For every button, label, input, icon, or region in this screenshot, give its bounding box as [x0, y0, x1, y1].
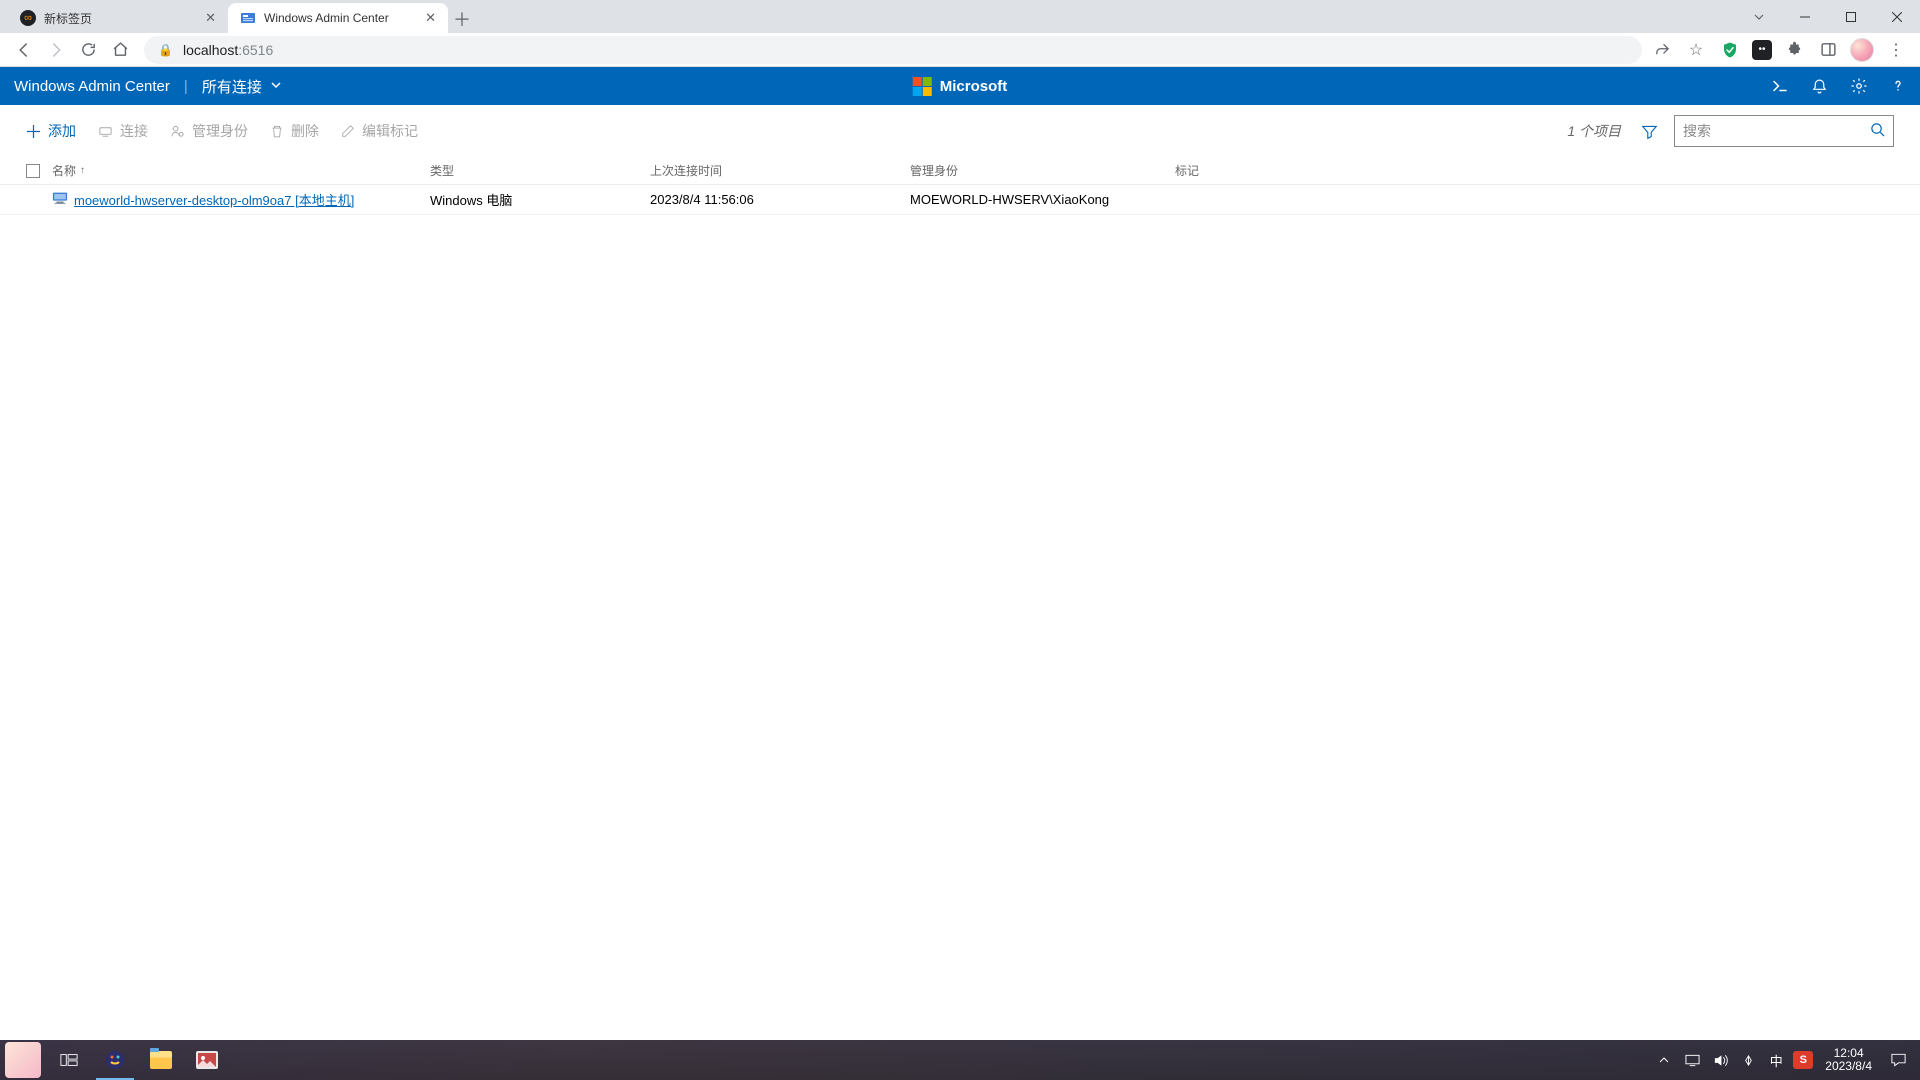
browser-menu-icon[interactable]: ⋮ — [1884, 38, 1908, 62]
trash-icon — [270, 124, 284, 139]
nav-back-button[interactable] — [8, 34, 40, 66]
profile-avatar-icon[interactable] — [1850, 38, 1874, 62]
header-last-connection[interactable]: 上次连接时间 — [650, 162, 910, 179]
server-name-link[interactable]: moeworld-hwserver-desktop-olm9oa7 [本地主机] — [74, 190, 354, 209]
tab-close-icon[interactable]: ✕ — [425, 10, 436, 26]
nav-forward-button[interactable] — [40, 34, 72, 66]
window-maximize-button[interactable] — [1828, 0, 1874, 33]
item-count-label: 1 个项目 — [1567, 121, 1621, 141]
extension-dark-icon[interactable]: •• — [1752, 40, 1772, 60]
search-box[interactable] — [1674, 115, 1894, 147]
url-input[interactable]: 🔒 localhost:6516 — [144, 36, 1642, 64]
server-icon — [52, 191, 68, 208]
edit-tags-label: 编辑标记 — [362, 121, 418, 141]
tray-network-icon[interactable] — [1737, 1054, 1759, 1067]
tray-ime-text[interactable]: 中 — [1765, 1051, 1787, 1070]
header-identity[interactable]: 管理身份 — [910, 162, 1175, 179]
browser-tab-active[interactable]: Windows Admin Center ✕ — [228, 3, 448, 33]
row-identity-cell: MOEWORLD-HWSERV\XiaoKong — [910, 192, 1175, 207]
add-button[interactable]: 添加 — [26, 121, 76, 141]
help-icon[interactable] — [1890, 77, 1906, 95]
connect-icon — [98, 124, 113, 139]
header-type[interactable]: 类型 — [430, 162, 650, 179]
wac-toolbar: 添加 连接 管理身份 删除 编辑标记 1 个项目 — [0, 105, 1920, 157]
taskbar-app-photos[interactable] — [184, 1040, 230, 1080]
manage-identity-label: 管理身份 — [192, 121, 248, 141]
window-minimize-button[interactable] — [1782, 0, 1828, 33]
filter-button[interactable] — [1641, 123, 1658, 140]
settings-gear-icon[interactable] — [1850, 77, 1868, 95]
clock-date: 2023/8/4 — [1825, 1060, 1872, 1073]
header-checkbox[interactable] — [26, 164, 52, 178]
bookmark-star-icon[interactable]: ☆ — [1684, 38, 1708, 62]
tray-overflow-icon[interactable] — [1653, 1055, 1675, 1065]
breadcrumb-label: 所有连接 — [202, 76, 262, 97]
row-type-cell: Windows 电脑 — [430, 190, 650, 209]
pencil-icon — [341, 124, 355, 138]
url-port: :6516 — [238, 42, 273, 58]
edit-tags-button: 编辑标记 — [341, 121, 418, 141]
taskbar-app-paint[interactable] — [92, 1040, 138, 1080]
table-row[interactable]: moeworld-hwserver-desktop-olm9oa7 [本地主机]… — [0, 185, 1920, 215]
tab-close-icon[interactable]: ✕ — [205, 10, 216, 26]
wac-header: Windows Admin Center | 所有连接 Microsoft — [0, 67, 1920, 105]
tray-clock[interactable]: 12:04 2023/8/4 — [1825, 1047, 1872, 1073]
tray-notification-icon[interactable] — [1884, 1052, 1912, 1068]
delete-label: 删除 — [291, 121, 319, 141]
header-divider: | — [184, 78, 188, 95]
wac-breadcrumb-dropdown[interactable]: 所有连接 — [202, 76, 282, 97]
browser-tab-inactive[interactable]: ∞ 新标签页 ✕ — [8, 3, 228, 33]
browser-address-bar: 🔒 localhost:6516 ☆ •• ⋮ — [0, 33, 1920, 67]
microsoft-logo: Microsoft — [913, 77, 1008, 96]
plus-icon — [26, 124, 41, 139]
windows-taskbar: 中 S 12:04 2023/8/4 — [0, 1040, 1920, 1080]
tab-title: Windows Admin Center — [264, 11, 389, 25]
microsoft-label: Microsoft — [940, 78, 1008, 95]
row-name-cell: moeworld-hwserver-desktop-olm9oa7 [本地主机] — [52, 190, 430, 209]
nav-reload-button[interactable] — [72, 34, 104, 66]
tab-title: 新标签页 — [44, 10, 92, 27]
url-host: localhost — [183, 42, 238, 58]
browser-tab-strip: ∞ 新标签页 ✕ Windows Admin Center ✕ ＋ — [0, 0, 1920, 33]
microsoft-logo-icon — [913, 77, 932, 96]
sort-asc-icon: ↑ — [80, 165, 85, 176]
wac-product-title: Windows Admin Center — [14, 78, 170, 95]
connect-button: 连接 — [98, 121, 148, 141]
search-icon — [1870, 122, 1885, 140]
lock-icon: 🔒 — [158, 43, 173, 57]
identity-icon — [170, 124, 185, 139]
header-tags[interactable]: 标记 — [1175, 162, 1894, 179]
powershell-console-icon[interactable] — [1771, 77, 1789, 95]
tab-search-button[interactable] — [1736, 0, 1782, 33]
tray-monitor-icon[interactable] — [1681, 1054, 1703, 1067]
new-tab-button[interactable]: ＋ — [448, 5, 476, 33]
nav-home-button[interactable] — [104, 34, 136, 66]
tray-volume-icon[interactable] — [1709, 1054, 1731, 1067]
chevron-down-icon — [270, 78, 282, 95]
delete-button: 删除 — [270, 121, 319, 141]
manage-identity-button: 管理身份 — [170, 121, 248, 141]
header-name[interactable]: 名称↑ — [52, 162, 430, 179]
sidepanel-icon[interactable] — [1816, 38, 1840, 62]
window-close-button[interactable] — [1874, 0, 1920, 33]
taskbar-app-explorer[interactable] — [138, 1040, 184, 1080]
task-view-button[interactable] — [46, 1040, 92, 1080]
notifications-bell-icon[interactable] — [1811, 77, 1828, 95]
tab-favicon-icon — [240, 10, 256, 26]
connect-label: 连接 — [120, 121, 148, 141]
tab-favicon-icon: ∞ — [20, 10, 36, 26]
table-header-row: 名称↑ 类型 上次连接时间 管理身份 标记 — [0, 157, 1920, 185]
extensions-puzzle-icon[interactable] — [1782, 38, 1806, 62]
add-label: 添加 — [48, 121, 76, 141]
row-lastconn-cell: 2023/8/4 11:56:06 — [650, 192, 910, 207]
share-icon[interactable] — [1650, 38, 1674, 62]
adblock-shield-icon[interactable] — [1718, 38, 1742, 62]
tray-ime-badge[interactable]: S — [1793, 1051, 1813, 1069]
search-input[interactable] — [1683, 123, 1870, 139]
start-button[interactable] — [0, 1040, 46, 1080]
